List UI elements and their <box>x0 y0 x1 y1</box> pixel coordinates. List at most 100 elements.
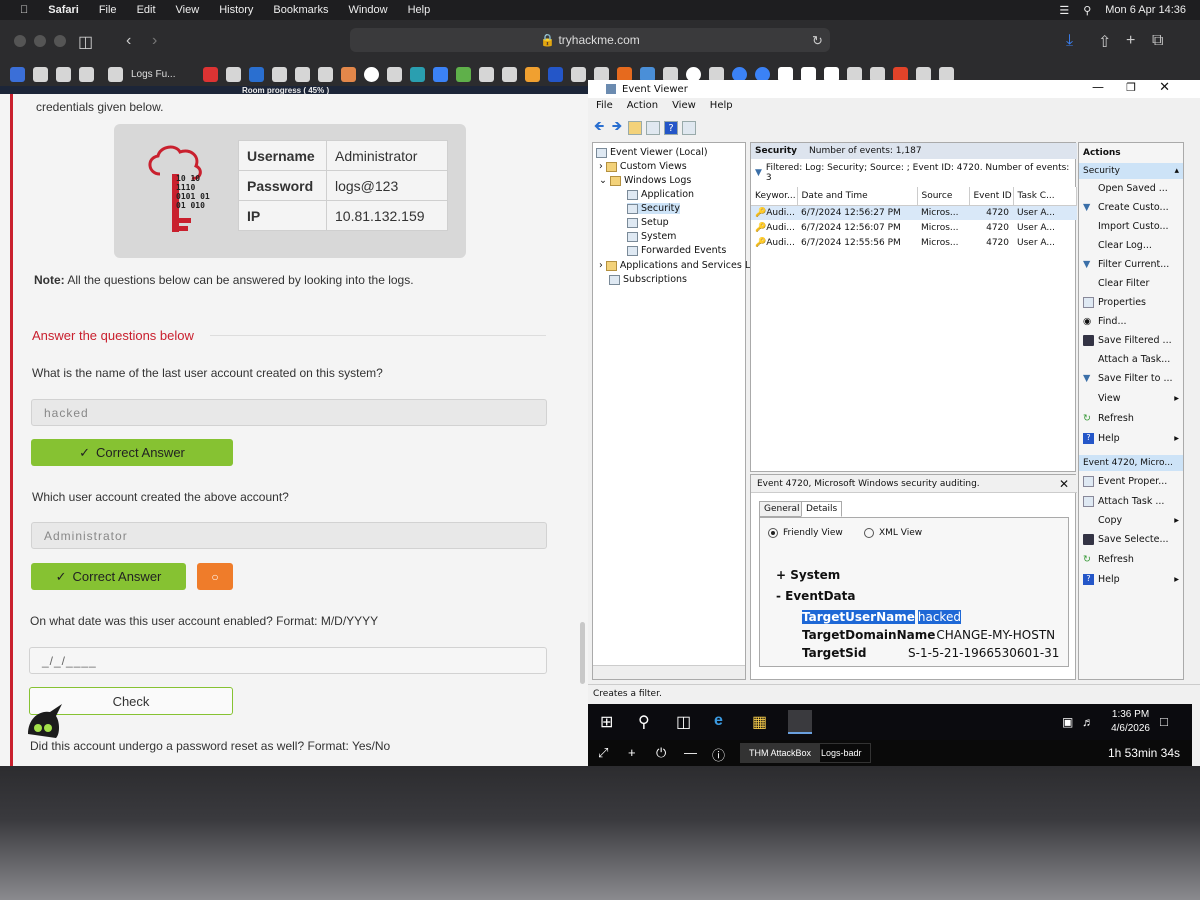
tab-thm-attackbox[interactable]: THM AttackBox <box>740 743 821 763</box>
action-import-custom[interactable]: Import Custo... <box>1083 221 1181 232</box>
event-viewer-taskbar-icon[interactable] <box>788 710 812 734</box>
action-event-properties[interactable]: Event Proper... <box>1083 476 1181 487</box>
action-copy[interactable]: Copy ▸ <box>1083 515 1181 526</box>
tree-horizontal-scrollbar[interactable] <box>593 665 745 679</box>
col-keywords[interactable]: Keywor... <box>751 187 798 206</box>
action-filter-current[interactable]: ▼ Filter Current... <box>1083 259 1181 270</box>
action-clear-log[interactable]: Clear Log... <box>1083 240 1181 251</box>
xml-view-option[interactable]: XML View <box>864 528 922 538</box>
show-hide-action-icon[interactable] <box>682 121 696 135</box>
ev-menu-action[interactable]: Action <box>627 100 658 114</box>
action-help[interactable]: ? Help ▸ <box>1083 433 1181 444</box>
action-attach-task[interactable]: Attach a Task... <box>1083 354 1181 365</box>
internet-explorer-icon[interactable]: e <box>714 712 723 730</box>
answer-input-1[interactable]: hacked <box>31 399 547 426</box>
col-source[interactable]: Source <box>917 187 970 206</box>
taskbar-clock[interactable]: 1:36 PM 4/6/2026 <box>1111 708 1150 736</box>
col-event-id[interactable]: Event ID <box>969 187 1014 206</box>
favorite-icon[interactable] <box>571 66 587 82</box>
action-open-saved[interactable]: Open Saved ... <box>1083 183 1181 194</box>
zoom-window-icon[interactable] <box>54 35 66 47</box>
info-icon[interactable]: ⓘ <box>712 745 725 764</box>
close-icon[interactable]: ✕ <box>1159 80 1170 95</box>
correct-answer-button-1[interactable]: ✓ Correct Answer <box>31 439 233 466</box>
menubar-datetime[interactable]: Mon 6 Apr 14:36 <box>1105 4 1186 16</box>
favorite-icon[interactable] <box>318 66 334 82</box>
favorite-icon[interactable] <box>433 66 449 82</box>
favorite-icon[interactable] <box>272 66 288 82</box>
actions-section-event[interactable]: Event 4720, Micro... <box>1079 455 1183 471</box>
close-detail-icon[interactable]: ✕ <box>1059 477 1069 491</box>
table-row[interactable]: 🔑Audi... 6/7/2024 12:56:27 PM Micros... … <box>751 205 1077 220</box>
favorite-icon[interactable] <box>226 66 242 82</box>
tree-event-viewer-local[interactable]: Event Viewer (Local) <box>596 147 708 158</box>
col-task-category[interactable]: Task C... <box>1013 187 1077 206</box>
tree-forwarded-events[interactable]: Forwarded Events <box>627 245 726 256</box>
show-hide-tree-icon[interactable] <box>646 121 660 135</box>
power-icon[interactable]: ⏻ <box>656 745 666 761</box>
tab-logs-machine[interactable]: Logs-badr <box>812 743 871 763</box>
folder-up-icon[interactable] <box>628 121 642 135</box>
ev-menu-view[interactable]: View <box>672 100 696 114</box>
tab-logs-fundamentals[interactable]: Logs Fu... <box>131 69 175 80</box>
wifi-icon[interactable]: ☰ <box>1059 4 1069 17</box>
reload-icon[interactable]: ↻ <box>812 33 823 49</box>
notifications-icon[interactable]: □ <box>1160 714 1168 729</box>
download-icon[interactable]: ⤓ <box>1066 32 1073 50</box>
favorite-icon[interactable] <box>79 66 94 82</box>
forward-icon[interactable]: › <box>152 32 157 50</box>
apple-icon[interactable]:  <box>20 4 28 16</box>
favorite-icon[interactable] <box>33 66 48 82</box>
ev-menu-file[interactable]: File <box>596 100 613 114</box>
friendly-view-option[interactable]: Friendly View <box>768 528 843 538</box>
menu-history[interactable]: History <box>219 4 253 16</box>
favorite-icon[interactable] <box>56 66 71 82</box>
action-save-selected[interactable]: Save Selecte... <box>1083 534 1181 545</box>
minimize-window-icon[interactable] <box>34 35 46 47</box>
action-attach-task-event[interactable]: Attach Task ... <box>1083 496 1181 507</box>
minimize-icon[interactable]: — <box>1092 80 1104 94</box>
favorite-icon[interactable] <box>249 66 265 82</box>
collapse-chevron-icon[interactable]: ⌄ <box>599 175 607 186</box>
address-bar[interactable]: 🔒 tryhackme.com <box>350 28 830 52</box>
thm-tab-icon[interactable] <box>108 66 123 82</box>
radio-unselected-icon[interactable] <box>864 528 874 538</box>
menu-window[interactable]: Window <box>348 4 387 16</box>
tab-overview-icon[interactable]: ⧉ <box>1152 32 1163 50</box>
expand-chevron-icon[interactable]: › <box>599 260 603 271</box>
action-help-event[interactable]: ? Help ▸ <box>1083 574 1181 585</box>
windows-start-icon[interactable]: ⊞ <box>600 712 613 732</box>
help-icon[interactable]: ? <box>664 121 678 135</box>
close-window-icon[interactable] <box>14 35 26 47</box>
answer-input-3[interactable]: _/_/____ <box>29 647 547 674</box>
menu-bookmarks[interactable]: Bookmarks <box>273 4 328 16</box>
action-find[interactable]: ◉ Find... <box>1083 316 1181 327</box>
minus-icon[interactable]: — <box>684 745 697 760</box>
radio-selected-icon[interactable] <box>768 528 778 538</box>
col-date-time[interactable]: Date and Time <box>797 187 918 206</box>
hint-button[interactable]: ○ <box>197 563 233 590</box>
menu-help[interactable]: Help <box>408 4 431 16</box>
speaker-icon[interactable]: ♬ <box>1082 715 1094 729</box>
favorite-icon[interactable] <box>387 66 403 82</box>
menu-file[interactable]: File <box>99 4 117 16</box>
action-refresh[interactable]: ↻ Refresh <box>1083 413 1181 424</box>
expand-chevron-icon[interactable]: › <box>599 161 603 172</box>
favorite-icon[interactable] <box>295 66 311 82</box>
tree-security[interactable]: Security <box>627 203 681 214</box>
menu-view[interactable]: View <box>176 4 200 16</box>
actions-section-security[interactable]: Security ▴ <box>1079 163 1183 179</box>
tree-system[interactable]: System <box>627 231 676 242</box>
file-explorer-icon[interactable]: ▦ <box>752 712 767 732</box>
favorite-icon[interactable] <box>502 66 518 82</box>
back-icon[interactable]: ‹ <box>126 32 131 50</box>
tree-custom-views[interactable]: › Custom Views <box>599 161 687 172</box>
xml-system-node[interactable]: + System <box>776 568 840 582</box>
share-icon[interactable]: ⇧ <box>1098 32 1111 52</box>
tree-subscriptions[interactable]: Subscriptions <box>609 274 687 285</box>
add-icon[interactable]: + <box>628 745 636 760</box>
answer-input-2[interactable]: Administrator <box>31 522 547 549</box>
favorite-icon[interactable] <box>203 66 219 82</box>
favorite-icon[interactable] <box>525 66 541 82</box>
action-create-custom[interactable]: ▼ Create Custo... <box>1083 202 1181 213</box>
